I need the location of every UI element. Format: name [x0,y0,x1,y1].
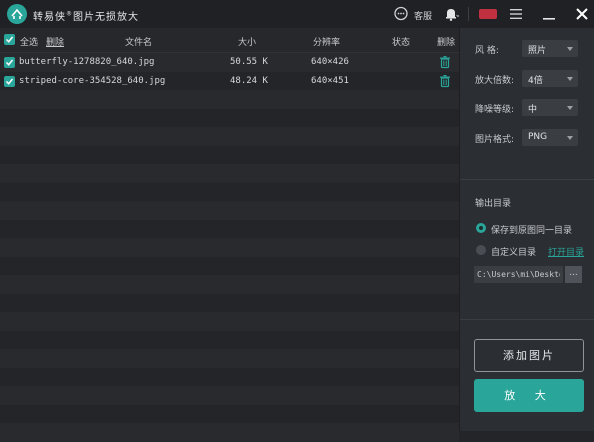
column-header-delete: 删除 [437,38,456,48]
denoise-label: 降噪等级: [475,105,515,115]
table-row-background [0,256,459,275]
row-checkbox[interactable] [4,57,15,68]
same-dir-radio[interactable] [476,223,486,233]
select-all-checkbox[interactable] [4,34,15,45]
table-row-background [0,404,459,423]
format-label: 图片格式: [475,135,515,145]
minimize-icon[interactable] [541,6,557,22]
file-list-panel: 全选 删除 文件名 大小 分辨率 状态 删除 butterfly-1278820… [0,28,459,442]
table-row-background [0,349,459,368]
style-select-value: 照片 [528,46,547,56]
trash-icon[interactable] [438,74,452,88]
menu-icon[interactable] [508,6,524,22]
style-select[interactable]: 照片 [522,40,578,57]
settings-panel: 风 格: 照片 放大倍数: 4倍 降噪等级: 中 图片格式: PNG 输出目录 … [459,28,594,431]
row-filename: butterfly-1278820_640.jpg [19,57,155,67]
delete-selected-link[interactable]: 删除 [46,35,64,48]
row-size: 50.55 K [230,57,268,67]
format-select-value: PNG [528,132,548,142]
trash-icon[interactable] [438,55,452,69]
row-filename: striped-core-354528_640.jpg [19,75,166,86]
column-header-resolution: 分辨率 [313,38,341,48]
open-dir-link[interactable]: 打开目录 [548,245,584,258]
table-row-background [0,164,459,183]
add-image-button[interactable]: 添加图片 [474,339,584,372]
table-row[interactable]: striped-core-354528_640.jpg 48.24 K 640×… [0,72,459,91]
row-checkbox[interactable] [4,75,15,87]
app-title: 转易侠®图片无损放大 [33,10,139,23]
select-all-label[interactable]: 全选 [20,35,38,48]
table-row-background [0,293,459,312]
scale-select[interactable]: 4倍 [522,70,578,87]
table-row-background [0,423,459,442]
chevron-down-icon [567,77,573,81]
column-header-status: 状态 [392,38,411,48]
scale-select-value: 4倍 [528,76,543,86]
upscale-button[interactable]: 放 大 [474,379,584,412]
chevron-down-icon [567,136,573,140]
table-row-background [0,127,459,146]
app-logo [7,4,27,24]
table-row-background [0,367,459,386]
close-icon[interactable] [574,6,590,22]
output-dir-title: 输出目录 [475,199,512,209]
vip-badge[interactable] [479,9,497,19]
chevron-down-icon [567,106,573,110]
table-row-background [0,386,459,405]
row-resolution: 640×426 [311,57,349,67]
table-row-background [0,238,459,257]
table-row-background [0,145,459,164]
style-label: 风 格: [475,46,499,56]
scale-label: 放大倍数: [475,76,515,86]
table-row-background [0,108,459,127]
table-row-background [0,312,459,331]
column-header-filename: 文件名 [125,38,153,48]
custom-dir-label[interactable]: 自定义目录 [491,245,536,258]
browse-button[interactable]: ... [565,266,582,283]
title-bar: 转易侠®图片无损放大 客服 [0,0,594,28]
panel-divider [460,179,594,180]
row-resolution: 640×451 [311,75,349,86]
chevron-down-icon [567,47,573,51]
customer-service-icon[interactable] [393,6,409,22]
denoise-select[interactable]: 中 [522,99,578,116]
customer-service-label[interactable]: 客服 [414,9,432,22]
panel-divider [460,319,594,320]
format-select[interactable]: PNG [522,129,578,146]
titlebar-divider [468,7,469,21]
table-row-background [0,275,459,294]
radio-dot [479,226,483,230]
custom-dir-radio[interactable] [476,245,486,255]
bell-icon[interactable] [443,6,460,22]
table-row[interactable]: butterfly-1278820_640.jpg 50.55 K 640×42… [0,53,459,72]
table-row-background [0,90,459,109]
table-row-background [0,330,459,349]
table-row-background [0,219,459,238]
row-size: 48.24 K [230,75,268,86]
same-dir-label[interactable]: 保存到原图同一目录 [491,223,572,236]
table-header: 全选 删除 文件名 大小 分辨率 状态 删除 [0,28,459,53]
table-row-background [0,201,459,220]
denoise-select-value: 中 [528,105,538,115]
output-path-input[interactable] [474,266,563,283]
table-row-background [0,182,459,201]
column-header-size: 大小 [238,38,257,48]
